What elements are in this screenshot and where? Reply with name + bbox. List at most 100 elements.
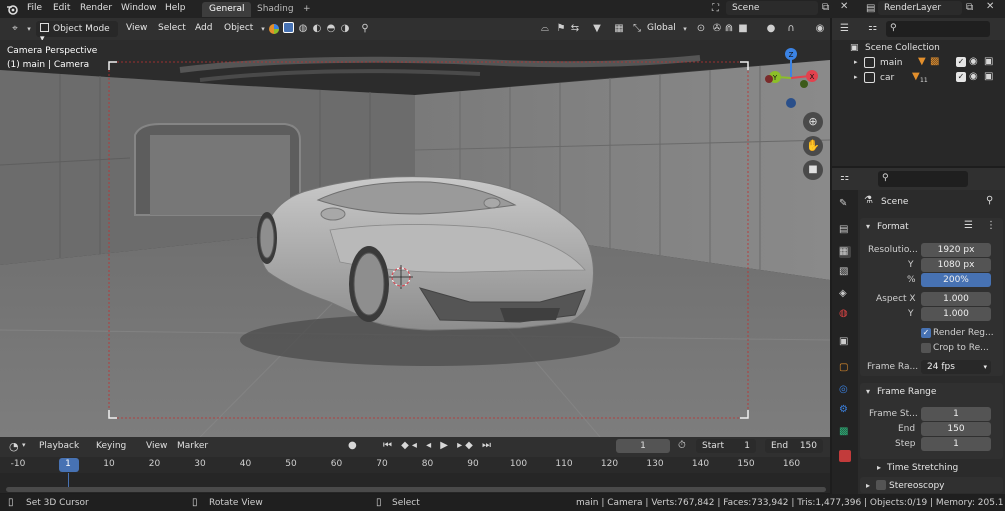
bookmark-icon[interactable]: ⚑ xyxy=(554,21,568,37)
visibility-icon[interactable]: ◉ xyxy=(813,21,827,37)
shading-color-icon[interactable] xyxy=(268,23,280,35)
pin-icon[interactable]: ⚲ xyxy=(986,195,993,206)
expand-arrow-icon[interactable]: ▸ xyxy=(854,73,858,81)
view-icon[interactable]: ⌓ xyxy=(538,21,552,37)
properties-search-input[interactable]: ⚲ xyxy=(878,171,968,187)
view-layer-selector[interactable]: RenderLayer xyxy=(878,1,962,15)
resolution-percentage-field[interactable]: 200% xyxy=(921,273,991,287)
timeline-ruler[interactable]: -10 1 10 20 30 40 50 60 70 80 90 100 110 120 130 140 150… xyxy=(0,457,830,473)
frame-start-field[interactable]: 1 xyxy=(921,407,991,421)
proportional-edit-icon[interactable]: ● xyxy=(764,21,778,37)
new-view-layer-icon[interactable]: ⧉ xyxy=(966,2,973,13)
world-tab-icon[interactable]: ◍ xyxy=(839,308,851,320)
filter-icon[interactable]: ▼ xyxy=(590,21,604,37)
eye-icon[interactable]: ◉ xyxy=(969,56,978,67)
search-icon[interactable]: ⚲ xyxy=(358,21,372,37)
material-icon[interactable]: ◐ xyxy=(310,21,324,37)
presets-icon[interactable]: ☰ xyxy=(964,220,973,231)
render-region-checkbox[interactable]: ✓ xyxy=(921,328,931,338)
stereoscopy-checkbox[interactable] xyxy=(876,480,886,490)
clock-icon[interactable]: ◔ xyxy=(9,440,19,453)
zoom-icon[interactable]: ⊕ xyxy=(803,112,823,132)
menu-window[interactable]: Window xyxy=(121,3,157,13)
checkbox-icon[interactable]: ✓ xyxy=(956,72,966,82)
scene-icon[interactable]: ⛶ xyxy=(712,3,719,14)
eye-icon[interactable]: ◉ xyxy=(969,71,978,82)
scene-collection-label[interactable]: Scene Collection xyxy=(865,43,940,53)
outliner-search-input[interactable]: ⚲ xyxy=(886,21,990,37)
magnet-icon[interactable]: ⋒ xyxy=(722,21,736,37)
menu-view[interactable]: View xyxy=(126,23,147,33)
resolution-x-field[interactable]: 1920 px xyxy=(921,243,991,257)
editor-type-icon[interactable]: ⌖ xyxy=(8,21,22,37)
view-layer-tab-icon[interactable]: ▧ xyxy=(839,266,851,278)
falloff-icon[interactable]: ∩ xyxy=(784,21,798,37)
outliner-row[interactable]: ▸ main ▼ ▩ ✓ ◉ ▣ xyxy=(832,56,1005,71)
orientation-selector[interactable]: Global xyxy=(647,23,676,33)
delete-view-layer-icon[interactable]: ✕ xyxy=(986,1,994,12)
format-panel-title[interactable]: Format xyxy=(877,222,909,232)
add-workspace-button[interactable]: + xyxy=(296,2,318,17)
delete-scene-icon[interactable]: ✕ xyxy=(840,1,848,12)
menu-help[interactable]: Help xyxy=(165,3,186,13)
panel-expand-arrow-icon[interactable]: ▾ xyxy=(866,387,870,396)
viewport-shading-icon[interactable]: ◍ xyxy=(296,21,310,37)
outliner-editor-icon[interactable]: ☰ xyxy=(840,23,849,34)
camera-view-icon[interactable]: ■ xyxy=(803,160,823,180)
scene-selector[interactable]: Scene xyxy=(726,1,818,15)
select-box-icon[interactable] xyxy=(283,22,294,33)
outliner-row[interactable]: ▸ car ▼ 11 ✓ ◉ ▣ xyxy=(832,71,1005,86)
display-mode-icon[interactable]: ⚏ xyxy=(868,22,877,33)
transform-icon[interactable]: ⤡ xyxy=(630,21,644,37)
frame-end-field[interactable]: 150 xyxy=(921,422,991,436)
frame-range-panel-title[interactable]: Frame Range xyxy=(877,387,936,397)
snap-target-icon[interactable]: ■ xyxy=(736,21,750,37)
texture-tab-icon[interactable] xyxy=(839,450,851,462)
menu-timeline-view[interactable]: View xyxy=(146,441,167,451)
data-tab-icon[interactable]: ▩ xyxy=(839,426,851,438)
checkbox-icon[interactable]: ✓ xyxy=(956,57,966,67)
menu-playback[interactable]: Playback xyxy=(39,441,79,451)
chart-icon[interactable]: ▦ xyxy=(612,21,626,37)
end-frame-field[interactable]: End 150 xyxy=(765,439,823,453)
mode-selector[interactable]: Object Mode ▾ xyxy=(36,21,118,44)
panel-collapsed-arrow-icon[interactable]: ▸ xyxy=(866,481,870,490)
new-scene-icon[interactable]: ⧉ xyxy=(822,2,829,13)
record-icon[interactable]: ● xyxy=(348,440,357,451)
menu-file[interactable]: File xyxy=(27,3,42,13)
menu-render[interactable]: Render xyxy=(80,3,112,13)
outliner-item-name[interactable]: main xyxy=(880,58,903,68)
output-tab-icon[interactable]: ▦ xyxy=(839,246,851,258)
link-icon[interactable]: ⇆ xyxy=(568,21,582,37)
render-tab-icon[interactable]: ▤ xyxy=(839,224,851,236)
resolution-y-field[interactable]: 1080 px xyxy=(921,258,991,272)
properties-editor-icon[interactable]: ⚏ xyxy=(840,172,849,183)
3d-viewport[interactable]: Camera Perspective (1) main | Camera Z X… xyxy=(0,40,830,437)
playback-controls[interactable]: ⏮ ◆◂ ◂ ▶ ▸◆ ⏭ xyxy=(383,440,494,451)
panel-collapsed-arrow-icon[interactable]: ▸ xyxy=(877,463,881,472)
pan-hand-icon[interactable]: ✋ xyxy=(803,136,823,156)
menu-keying[interactable]: Keying xyxy=(96,441,126,451)
time-stretching-panel[interactable]: Time Stretching xyxy=(887,463,958,473)
frame-step-field[interactable]: 1 xyxy=(921,437,991,451)
crop-checkbox[interactable] xyxy=(921,343,931,353)
camera-icon[interactable]: ▣ xyxy=(984,71,993,82)
start-frame-field[interactable]: Start 1 xyxy=(696,439,756,453)
display-icon[interactable]: ◑ xyxy=(338,21,352,37)
frame-rate-dropdown[interactable]: 24 fps ▾ xyxy=(921,360,991,374)
menu-object[interactable]: Object xyxy=(224,23,253,33)
pivot-icon[interactable]: ⊙ xyxy=(694,21,708,37)
aspect-y-field[interactable]: 1.000 xyxy=(921,307,991,321)
constraints-tab-icon[interactable]: ⚙ xyxy=(839,404,851,416)
view-layer-icon[interactable]: ▤ xyxy=(866,3,875,14)
drag-handle-icon[interactable]: ⋮ xyxy=(986,220,996,231)
stopwatch-icon[interactable]: ⏱ xyxy=(678,440,686,451)
tab-general[interactable]: General xyxy=(202,2,252,17)
blender-logo-icon[interactable] xyxy=(6,3,18,15)
physics-tab-icon[interactable]: ◎ xyxy=(839,384,851,396)
tab-shading[interactable]: Shading xyxy=(250,2,301,17)
menu-marker[interactable]: Marker xyxy=(177,441,208,451)
outliner-item-name[interactable]: car xyxy=(880,73,894,83)
collection-tab-icon[interactable]: ▣ xyxy=(839,336,851,348)
camera-icon[interactable]: ▣ xyxy=(984,56,993,67)
